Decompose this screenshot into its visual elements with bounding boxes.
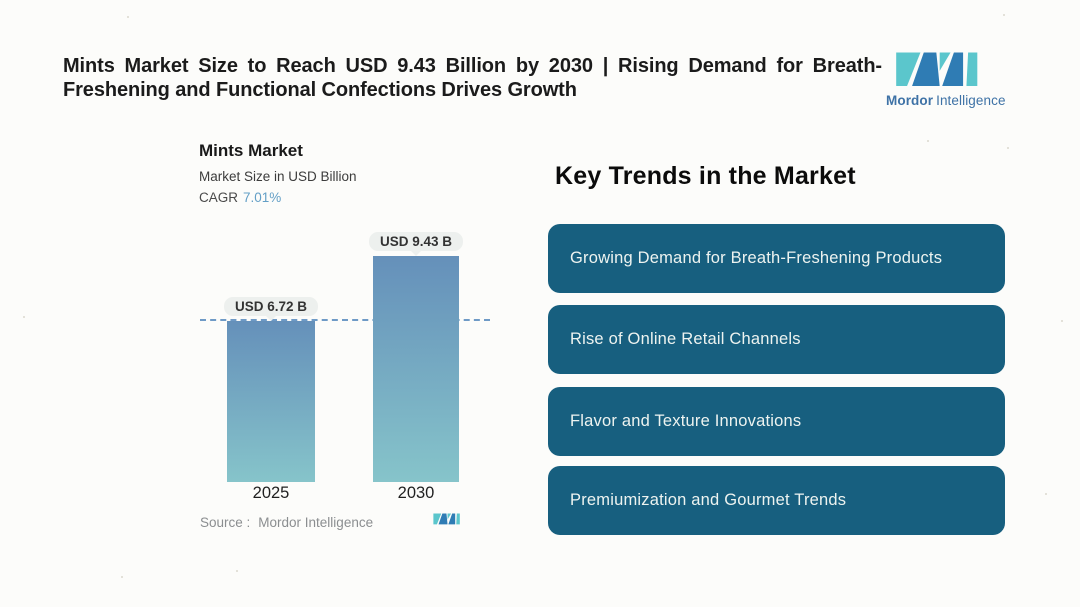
source-line: Source : Mordor Intelligence	[200, 515, 373, 530]
infographic-canvas: Mints Market Size to Reach USD 9.43 Bill…	[0, 0, 1080, 607]
trend-card-breath-freshening: Growing Demand for Breath-Freshening Pro…	[548, 224, 1005, 293]
background-speck	[121, 576, 123, 578]
background-speck	[23, 316, 25, 318]
source-label: Source :	[200, 515, 251, 530]
value-badge-2025: USD 6.72 B	[223, 297, 319, 321]
x-axis-label-2025: 2025	[252, 484, 290, 502]
trend-card-label: Flavor and Texture Innovations	[570, 412, 802, 430]
trend-card-label: Rise of Online Retail Channels	[570, 330, 801, 348]
trend-card-online-retail: Rise of Online Retail Channels	[548, 305, 1005, 374]
value-badge-2030: USD 9.43 B	[368, 232, 464, 256]
background-speck	[927, 140, 929, 142]
trend-card-label: Premiumization and Gourmet Trends	[570, 491, 847, 509]
background-speck	[1003, 14, 1005, 16]
background-speck	[236, 570, 238, 572]
brand-logo-text: Mordor Intelligence	[886, 93, 1005, 108]
trends-heading: Key Trends in the Market	[555, 162, 856, 190]
badge-pointer	[265, 315, 277, 321]
value-badge-label: USD 6.72 B	[223, 297, 319, 316]
cagr-value: 7.01%	[243, 190, 282, 205]
cagr-label: CAGR	[199, 190, 239, 205]
background-speck	[127, 16, 129, 18]
value-badge-label: USD 9.43 B	[368, 232, 464, 251]
page-title: Mints Market Size to Reach USD 9.43 Bill…	[63, 54, 882, 102]
bar-chart-plot: USD 6.72 B USD 9.43 B	[200, 230, 490, 482]
bar-2025	[227, 321, 315, 482]
badge-pointer	[410, 250, 422, 256]
page-title-line2: Freshening and Functional Confections Dr…	[63, 79, 577, 101]
background-speck	[1045, 493, 1047, 495]
brand-name-regular: Intelligence	[936, 93, 1006, 108]
brand-name-bold: Mordor	[886, 93, 934, 108]
chart-title: Mints Market	[199, 141, 303, 160]
chart-cagr: CAGR 7.01%	[199, 190, 281, 205]
trend-card-flavor-texture: Flavor and Texture Innovations	[548, 387, 1005, 456]
mordor-intelligence-logo-icon	[886, 45, 990, 91]
trend-card-premiumization: Premiumization and Gourmet Trends	[548, 466, 1005, 535]
bar-2030	[373, 256, 459, 482]
brand-logo: Mordor Intelligence	[886, 45, 1005, 108]
background-speck	[1007, 147, 1009, 149]
page-title-line1: Mints Market Size to Reach USD 9.43 Bill…	[63, 55, 882, 77]
background-speck	[1061, 320, 1063, 322]
chart-subtitle: Market Size in USD Billion	[199, 169, 357, 184]
x-axis-label-2030: 2030	[397, 484, 435, 502]
trend-card-label: Growing Demand for Breath-Freshening Pro…	[570, 249, 943, 267]
mordor-intelligence-mini-logo-icon	[433, 511, 461, 531]
source-value: Mordor Intelligence	[258, 515, 374, 530]
